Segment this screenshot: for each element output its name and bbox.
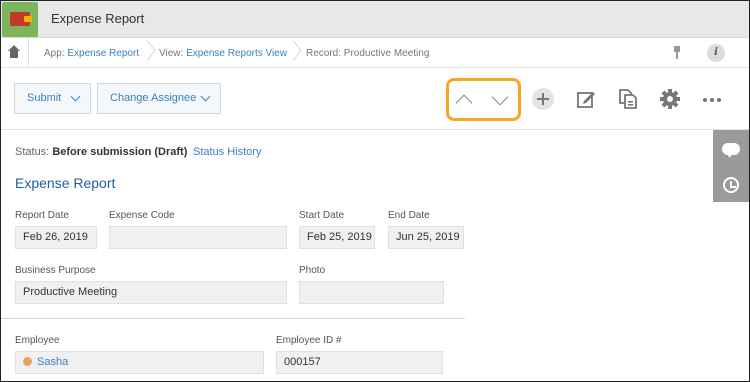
more-icon[interactable]: [703, 98, 725, 102]
add-icon[interactable]: [532, 88, 554, 110]
employee-field: Sasha: [15, 351, 264, 374]
breadcrumb-view-link[interactable]: Expense Reports View: [186, 48, 287, 59]
app-window: Expense Report App: Expense Report View:…: [0, 0, 750, 382]
breadcrumb: App: Expense Report View: Expense Report…: [1, 38, 749, 68]
gear-icon[interactable]: [659, 88, 681, 110]
breadcrumb-record: Record: Productive Meeting: [306, 48, 429, 59]
photo-field[interactable]: [299, 281, 444, 304]
app-title: Expense Report: [51, 11, 145, 26]
status-history-link[interactable]: Status History: [193, 146, 261, 158]
employee-id-field[interactable]: 000157: [276, 351, 443, 374]
breadcrumb-app-link[interactable]: Expense Report: [67, 48, 139, 59]
submit-button[interactable]: Submit: [14, 83, 91, 114]
record-toolbar: Submit Change Assignee: [1, 68, 749, 130]
side-panel: [713, 130, 749, 202]
chevron-down-icon: [200, 91, 211, 102]
breadcrumb-app-key: App:: [44, 48, 65, 59]
status-line: Status: Before submission (Draft): [15, 146, 187, 158]
report-date-field[interactable]: Feb 26, 2019: [15, 226, 97, 249]
business-purpose-field[interactable]: Productive Meeting: [15, 281, 287, 304]
record-title: Expense Report: [15, 175, 116, 191]
record-details: Status: Before submission (Draft) Status…: [1, 130, 749, 381]
status-label: Status:: [15, 146, 50, 158]
photo-label: Photo: [299, 265, 326, 276]
pin-icon[interactable]: [672, 46, 682, 60]
wallet-icon[interactable]: [2, 2, 38, 37]
employee-label: Employee: [15, 335, 60, 346]
comment-icon[interactable]: [722, 143, 740, 158]
breadcrumb-app[interactable]: App: Expense Report: [44, 48, 139, 59]
employee-id-label: Employee ID #: [276, 335, 342, 346]
report-date-label: Report Date: [15, 210, 69, 221]
start-date-label: Start Date: [299, 210, 345, 221]
end-date-field[interactable]: Jun 25, 2019: [388, 226, 464, 249]
end-date-label: End Date: [388, 210, 430, 221]
change-assignee-button[interactable]: Change Assignee: [97, 83, 221, 114]
expense-code-label: Expense Code: [109, 210, 175, 221]
start-date-field[interactable]: Feb 25, 2019: [299, 226, 375, 249]
duplicate-icon[interactable]: [617, 88, 639, 110]
change-assignee-button-label: Change Assignee: [110, 92, 197, 104]
info-icon[interactable]: i: [707, 44, 725, 62]
employee-user-link[interactable]: Sasha: [37, 356, 68, 368]
history-icon[interactable]: [723, 177, 739, 193]
chevron-down-icon: [70, 91, 81, 102]
breadcrumb-record-key: Record:: [306, 48, 342, 59]
business-purpose-label: Business Purpose: [15, 265, 96, 276]
breadcrumb-view-key: View:: [159, 48, 184, 59]
submit-button-label: Submit: [27, 92, 62, 104]
title-bar: Expense Report: [1, 1, 749, 38]
breadcrumb-view[interactable]: View: Expense Reports View: [159, 48, 287, 59]
section-divider: [1, 318, 465, 319]
breadcrumb-record-value: Productive Meeting: [343, 48, 430, 59]
avatar: [23, 357, 32, 366]
breadcrumb-separator: [141, 38, 151, 68]
status-value: Before submission (Draft): [52, 146, 188, 158]
home-icon[interactable]: [1, 38, 29, 68]
expense-code-field[interactable]: [109, 226, 287, 249]
breadcrumb-separator: [287, 38, 297, 68]
edit-icon[interactable]: [576, 88, 598, 110]
